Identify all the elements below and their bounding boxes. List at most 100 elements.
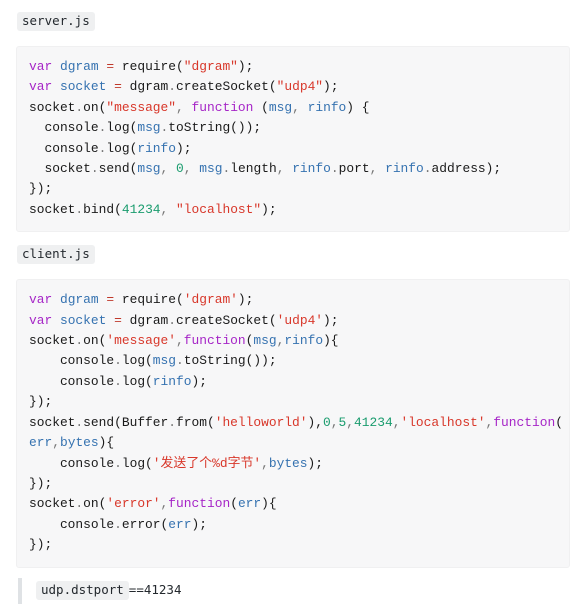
code-token: console: [29, 120, 99, 136]
code-token: bind(: [83, 201, 122, 217]
code-token: msg: [253, 333, 277, 349]
code-token: send(: [98, 161, 138, 177]
code-token: port: [338, 161, 370, 177]
code-line: socket.send(Buffer.from('helloworld'),0,…: [29, 413, 563, 433]
code-token: .: [75, 414, 84, 430]
code-token: err: [29, 435, 53, 451]
code-token: .: [423, 161, 432, 177]
code-line: err,bytes){: [29, 433, 557, 453]
code-token: });: [29, 181, 53, 197]
code-token: .: [330, 161, 339, 177]
code-token: console: [29, 455, 115, 471]
code-line: socket.on('message',function(msg,rinfo){: [29, 331, 557, 351]
code-token: log(: [106, 120, 138, 136]
code-token: socket: [29, 333, 76, 349]
code-token: ,: [261, 455, 269, 471]
code-line: });: [29, 179, 557, 199]
code-token: err: [168, 516, 192, 532]
code-token: );: [307, 455, 324, 471]
code-token: ){: [323, 333, 339, 349]
code-token: send(Buffer: [83, 414, 169, 430]
code-block-server[interactable]: var dgram = require("dgram"); var socket …: [16, 46, 570, 233]
code-token: length: [230, 161, 277, 177]
section-label-server: server.js: [17, 12, 578, 34]
code-token: );: [237, 59, 254, 74]
code-token: =: [114, 312, 122, 328]
document-body: server.js var dgram = require("dgram"); v…: [0, 0, 586, 604]
code-line: var dgram = require('dgram');: [29, 290, 557, 310]
code-token: socket: [29, 201, 76, 217]
code-token: var: [29, 79, 60, 95]
code-line: });: [29, 535, 557, 555]
code-token: toString());: [168, 120, 262, 136]
code-token: rinfo: [137, 140, 177, 156]
code-token: createSocket(: [176, 79, 277, 95]
code-line: socket.bind(41234, "localhost");: [29, 200, 557, 220]
code-token: console: [29, 516, 115, 532]
code-block-client-content: var dgram = require('dgram'); var socket …: [29, 290, 563, 555]
code-line: console.log(msg.toString());: [29, 118, 557, 138]
code-token: from(: [176, 414, 215, 430]
code-block-client[interactable]: var dgram = require('dgram'); var socket …: [16, 279, 570, 568]
code-token: require(: [114, 59, 184, 74]
code-token: .: [75, 99, 84, 115]
code-token: .: [176, 353, 184, 369]
code-token: log(: [121, 353, 153, 369]
code-token: ,: [346, 414, 355, 430]
code-token: 'localhost': [400, 414, 486, 430]
code-token: ,: [330, 414, 339, 430]
code-token: dgram: [121, 312, 169, 328]
code-token: .: [114, 373, 122, 389]
code-line: console.log(rinfo);: [29, 139, 557, 159]
code-token: .: [168, 414, 177, 430]
code-token: socket: [59, 79, 107, 95]
code-token: );: [323, 312, 339, 328]
code-token: });: [29, 537, 53, 553]
code-token: socket: [59, 312, 107, 328]
code-token: 'dgram': [183, 292, 238, 308]
code-line: console.log(rinfo);: [29, 372, 557, 392]
code-token: 'message': [106, 333, 177, 349]
code-token: rinfo: [385, 161, 424, 177]
code-token: msg: [152, 353, 177, 369]
code-token: "message": [106, 99, 177, 115]
code-token: dgram: [59, 59, 99, 74]
code-token: );: [191, 373, 207, 389]
code-token: (: [230, 496, 238, 512]
code-token: dgram: [59, 292, 99, 308]
code-line: });: [29, 392, 557, 412]
code-token: "localhost": [176, 201, 262, 217]
code-token: 41234: [354, 414, 393, 430]
code-token: ){: [261, 496, 277, 512]
code-token: ,: [52, 435, 60, 451]
code-line: socket.on("message", function (msg, rinf…: [29, 98, 557, 118]
code-token: 0: [323, 414, 331, 430]
code-token: );: [237, 292, 254, 308]
code-token: var: [29, 292, 60, 308]
code-token: msg: [199, 161, 223, 177]
blockquote-text: udp.dstport ==41234: [36, 581, 181, 601]
code-token: (: [253, 99, 269, 115]
code-token: createSocket(: [176, 312, 277, 328]
code-token: console: [29, 140, 99, 156]
code-block-server-content: var dgram = require("dgram"); var socket …: [29, 57, 557, 220]
code-token: function: [168, 496, 231, 512]
code-token: on(: [83, 333, 107, 349]
code-line: console.log(msg.toString());: [29, 351, 557, 371]
code-line: var socket = dgram.createSocket("udp4");: [29, 77, 557, 97]
code-token: =: [106, 292, 115, 308]
code-token: log(: [106, 140, 138, 156]
blockquote-filter-expression: udp.dstport ==41234: [18, 577, 570, 604]
code-token: rinfo: [307, 99, 347, 115]
code-token: (: [555, 414, 563, 430]
inline-code-filename-client: client.js: [17, 245, 95, 265]
code-token: ,: [292, 99, 300, 115]
code-token: address);: [431, 161, 502, 177]
code-token: 0: [176, 161, 184, 177]
code-token: rinfo: [152, 373, 192, 389]
